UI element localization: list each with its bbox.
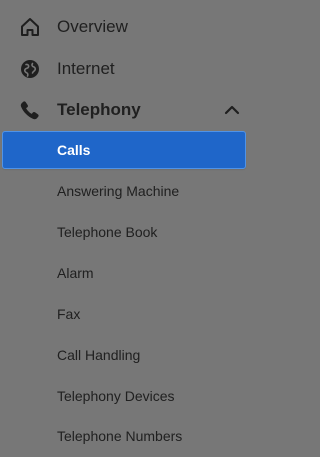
submenu-item-call-handling[interactable]: Call Handling (0, 336, 255, 374)
submenu-item-alarm[interactable]: Alarm (0, 254, 255, 292)
submenu-item-label: Telephone Book (57, 224, 158, 240)
nav-item-telephony[interactable]: Telephony (0, 90, 255, 130)
globe-icon (19, 58, 41, 80)
nav-item-label: Internet (57, 59, 115, 78)
nav-item-internet[interactable]: Internet (0, 49, 255, 89)
submenu-item-answering-machine[interactable]: Answering Machine (0, 172, 255, 210)
nav-item-overview[interactable]: Overview (0, 7, 255, 47)
sidebar-navigation: Overview Internet Telephony Calls Answer… (0, 0, 255, 457)
submenu-item-label: Call Handling (57, 347, 141, 363)
submenu-item-label: Fax (57, 306, 81, 322)
submenu-item-calls[interactable]: Calls (2, 131, 246, 169)
nav-item-label: Telephony (57, 100, 141, 119)
submenu-item-label: Answering Machine (57, 183, 180, 199)
submenu-item-label: Calls (57, 142, 91, 158)
submenu-item-fax[interactable]: Fax (0, 295, 255, 333)
submenu-item-label: Telephony Devices (57, 388, 175, 404)
nav-item-label: Overview (57, 17, 128, 36)
submenu-item-label: Alarm (57, 265, 94, 281)
submenu-item-telephone-book[interactable]: Telephone Book (0, 213, 255, 251)
submenu-item-telephony-devices[interactable]: Telephony Devices (0, 377, 255, 415)
submenu-item-telephone-numbers[interactable]: Telephone Numbers (0, 417, 255, 455)
home-icon (19, 16, 41, 38)
chevron-up-icon[interactable] (222, 100, 242, 120)
submenu-item-label: Telephone Numbers (57, 428, 183, 444)
phone-icon (19, 99, 41, 121)
